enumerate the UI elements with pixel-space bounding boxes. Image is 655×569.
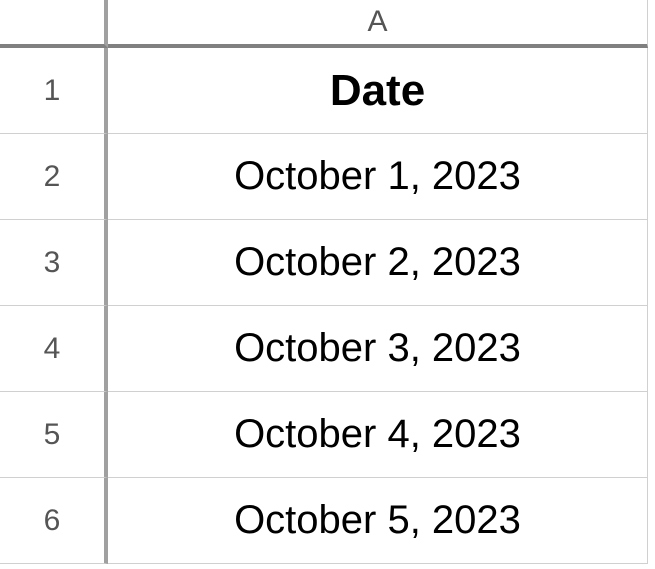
spreadsheet-grid: A 1 Date 2 October 1, 2023 3 October 2, … — [0, 0, 655, 564]
cell-a5[interactable]: October 4, 2023 — [108, 392, 648, 478]
row-header-3[interactable]: 3 — [0, 220, 108, 306]
cell-a2[interactable]: October 1, 2023 — [108, 134, 648, 220]
cell-a1[interactable]: Date — [108, 48, 648, 134]
row-header-1[interactable]: 1 — [0, 48, 108, 134]
row-header-6[interactable]: 6 — [0, 478, 108, 564]
cell-a4[interactable]: October 3, 2023 — [108, 306, 648, 392]
cell-a6[interactable]: October 5, 2023 — [108, 478, 648, 564]
select-all-corner[interactable] — [0, 0, 108, 48]
cell-a3[interactable]: October 2, 2023 — [108, 220, 648, 306]
column-header-a[interactable]: A — [108, 0, 648, 48]
row-header-5[interactable]: 5 — [0, 392, 108, 478]
row-header-2[interactable]: 2 — [0, 134, 108, 220]
row-header-4[interactable]: 4 — [0, 306, 108, 392]
